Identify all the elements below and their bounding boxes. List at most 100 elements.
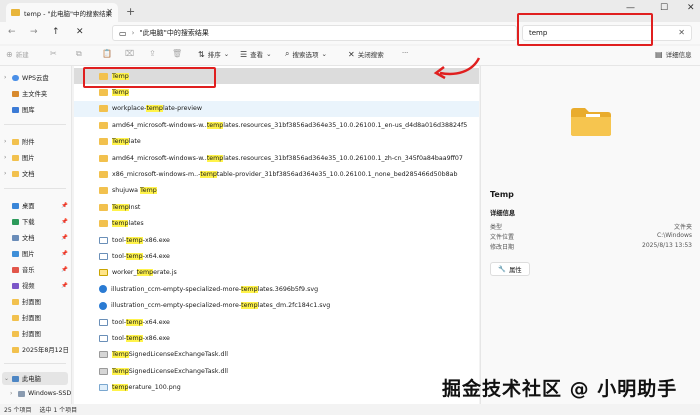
copy-icon[interactable]: ⧉ bbox=[76, 49, 82, 59]
search-options-button[interactable]: ⌕ 搜索选项 ⌄ bbox=[285, 49, 327, 59]
sidebar-item-wps-cloud[interactable]: › WPS云盘 bbox=[4, 72, 49, 83]
edge-file-icon bbox=[99, 285, 107, 294]
sidebar-item-downloads[interactable]: 下载 📌 bbox=[4, 216, 68, 227]
search-match-highlight: temp bbox=[241, 285, 258, 293]
sidebar-item-desktop[interactable]: 桌面 📌 bbox=[4, 200, 68, 211]
forward-icon[interactable]: → bbox=[30, 27, 38, 37]
plus-icon: ⊕ bbox=[6, 49, 13, 59]
folder-icon bbox=[12, 170, 19, 177]
file-row[interactable]: templates bbox=[74, 216, 479, 232]
up-icon[interactable]: ↑ bbox=[52, 27, 60, 37]
sidebar-item-gallery[interactable]: 图库 bbox=[4, 104, 35, 115]
sidebar-item-this-pc[interactable]: ⌄ 此电脑 bbox=[4, 373, 41, 384]
maximize-button[interactable]: ☐ bbox=[660, 3, 668, 13]
close-search-button[interactable]: ✕ 关闭搜索 bbox=[348, 49, 384, 60]
file-row[interactable]: tool-temp-x64.exe bbox=[74, 248, 479, 264]
view-button[interactable]: ☰ 查看 ⌄ bbox=[240, 49, 272, 60]
file-row[interactable]: tool-temp-x86.exe bbox=[74, 232, 479, 248]
selected-count: 选中 1 个项目 bbox=[39, 407, 78, 414]
sidebar-label: 文档 bbox=[22, 235, 35, 242]
pin-icon[interactable]: 📌 bbox=[61, 219, 68, 225]
paste-icon[interactable]: 📋 bbox=[102, 49, 112, 58]
new-tab-button[interactable]: + bbox=[126, 5, 135, 18]
sidebar-item-date-folder[interactable]: 2025年8月12日 bbox=[4, 344, 69, 355]
file-name: workplace-template-preview bbox=[112, 105, 202, 113]
gallery-icon bbox=[12, 106, 19, 113]
file-list[interactable]: Temp Temp workplace-template-preview amd64_… bbox=[74, 66, 479, 404]
properties-button[interactable]: 🔧 属性 bbox=[490, 262, 530, 276]
folder-icon bbox=[99, 121, 108, 129]
search-match-highlight: temp bbox=[241, 302, 258, 310]
file-row[interactable]: amd64_microsoft-windows-w..templates.res… bbox=[74, 150, 479, 166]
chevron-right-icon: › bbox=[10, 390, 13, 397]
prop-key-location: 文件位置 bbox=[490, 234, 515, 241]
pin-icon[interactable]: 📌 bbox=[61, 203, 68, 209]
details-label: 详细信息 bbox=[665, 51, 692, 59]
sidebar-item-cover-3[interactable]: 封面图 bbox=[4, 328, 41, 339]
file-name: amd64_microsoft-windows-w..templates.res… bbox=[112, 121, 468, 129]
sidebar-item-documents-folder[interactable]: › 文档 bbox=[4, 168, 35, 179]
folder-icon bbox=[12, 330, 19, 337]
new-button[interactable]: ⊕ 新建 bbox=[6, 49, 29, 60]
minimize-button[interactable]: — bbox=[626, 3, 635, 13]
back-icon[interactable]: ← bbox=[8, 27, 16, 37]
search-match-highlight: temp bbox=[200, 170, 217, 178]
sidebar-label: 封面图 bbox=[22, 299, 41, 306]
pc-icon bbox=[12, 375, 19, 382]
more-button[interactable]: ··· bbox=[402, 49, 408, 57]
file-row[interactable]: x86_microsoft-windows-m..-temptable-prov… bbox=[74, 166, 479, 182]
file-row[interactable]: illustration_ccm-empty-specialized-more-… bbox=[74, 281, 479, 297]
file-row[interactable]: workplace-template-preview bbox=[74, 100, 479, 117]
search-match-highlight: temp bbox=[112, 220, 129, 228]
sidebar-item-windows-ssd[interactable]: › Windows-SSD bbox=[10, 388, 71, 399]
chevron-right-icon: › bbox=[4, 74, 7, 81]
tab-close-icon[interactable]: ✕ bbox=[106, 7, 113, 16]
search-options-label: 搜索选项 bbox=[292, 51, 319, 59]
details-icon: ▤ bbox=[655, 49, 663, 59]
status-bar: 25 个项目 选中 1 个项目 bbox=[0, 404, 700, 415]
sidebar-item-videos[interactable]: 视频 📌 bbox=[4, 280, 68, 291]
share-icon[interactable]: ⇪ bbox=[149, 49, 156, 58]
file-row[interactable]: illustration_ccm-empty-specialized-more-… bbox=[74, 298, 479, 314]
address-bar[interactable]: ▭ › "此电脑"中的搜索结果 bbox=[112, 25, 517, 41]
clear-search-icon[interactable]: ✕ bbox=[678, 28, 685, 37]
delete-icon[interactable]: 🗑 bbox=[172, 49, 182, 58]
chevron-down-icon: ⌄ bbox=[266, 50, 272, 58]
pin-icon[interactable]: 📌 bbox=[61, 267, 68, 273]
pin-icon[interactable]: 📌 bbox=[61, 283, 68, 289]
sidebar-item-home[interactable]: 主文件夹 bbox=[4, 88, 47, 99]
sidebar-item-cover-1[interactable]: 封面图 bbox=[4, 296, 41, 307]
file-row[interactable]: shujuwa Temp bbox=[74, 183, 479, 199]
file-row[interactable]: TempSignedLicenseExchangeTask.dll bbox=[74, 363, 479, 379]
file-row[interactable]: TempInst bbox=[74, 199, 479, 215]
sidebar-item-attachments[interactable]: › 附件 bbox=[4, 136, 35, 147]
tab-search-results[interactable]: temp - "此电脑"中的搜索结果 ✕ bbox=[6, 3, 118, 22]
folder-icon bbox=[99, 187, 108, 195]
cut-icon[interactable]: ✂ bbox=[50, 49, 57, 58]
navigation-pane: › WPS云盘 主文件夹 图库 › 附件 › 图片 › 文档 桌面 📌 下载 📌 文档 📌 图… bbox=[0, 66, 72, 404]
file-row[interactable]: Template bbox=[74, 134, 479, 150]
watermark: 掘金技术社区 @ 小明助手 bbox=[442, 378, 678, 400]
sidebar-item-music[interactable]: 音乐 📌 bbox=[4, 264, 68, 275]
sidebar-item-pictures-folder[interactable]: › 图片 bbox=[4, 152, 35, 163]
file-row[interactable]: tool-temp-x86.exe bbox=[74, 330, 479, 346]
file-row[interactable]: temperature_100.png bbox=[74, 380, 479, 396]
sort-button[interactable]: ⇅ 排序 ⌄ bbox=[198, 49, 229, 60]
file-row[interactable]: worker_temperate.js bbox=[74, 265, 479, 281]
pin-icon[interactable]: 📌 bbox=[61, 251, 68, 257]
sidebar-item-pictures[interactable]: 图片 📌 bbox=[4, 248, 68, 259]
pin-icon[interactable]: 📌 bbox=[61, 235, 68, 241]
file-name: templates bbox=[112, 220, 144, 228]
close-search-icon[interactable]: ✕ bbox=[76, 27, 84, 37]
details-button[interactable]: ▤ 详细信息 bbox=[655, 49, 692, 60]
annotation-arrow-icon bbox=[433, 57, 481, 80]
file-row[interactable]: amd64_microsoft-windows-w..templates.res… bbox=[74, 117, 479, 133]
sidebar-item-cover-2[interactable]: 封面图 bbox=[4, 312, 41, 323]
folder-icon bbox=[99, 88, 108, 96]
file-row[interactable]: tool-temp-x64.exe bbox=[74, 314, 479, 330]
sidebar-item-documents[interactable]: 文档 📌 bbox=[4, 232, 68, 243]
close-button[interactable]: ✕ bbox=[687, 3, 695, 13]
rename-icon[interactable]: ⌧ bbox=[125, 49, 134, 58]
file-row[interactable]: TempSignedLicenseExchangeTask.dll bbox=[74, 347, 479, 363]
search-match-highlight: temp bbox=[206, 121, 224, 129]
